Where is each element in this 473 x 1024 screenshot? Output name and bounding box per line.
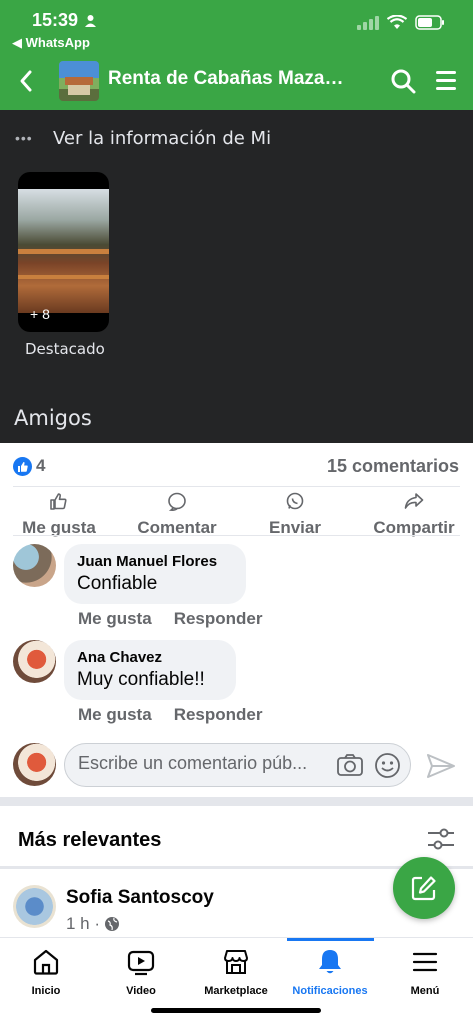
hamburger-icon [412,952,438,972]
avatar[interactable] [13,544,56,587]
comment-bubble: Juan Manuel Flores Confiable [64,544,246,604]
comment-reply-button[interactable]: Responder [174,705,263,725]
nav-label: Menú [410,985,440,997]
page-title[interactable]: Renta de Cabañas Maza… [108,68,358,90]
page-avatar[interactable] [59,61,99,101]
clock: 15:39 [32,10,79,30]
comment-reply-button[interactable]: Responder [174,609,263,629]
emoji-icon[interactable] [374,752,401,779]
whatsapp-icon [286,492,304,510]
wifi-icon [387,15,407,29]
compose-post-button[interactable] [393,857,455,919]
filter-icon[interactable] [427,828,455,850]
comment-bubble: Ana Chavez Muy confiable!! [64,640,236,700]
comment-icon [168,492,186,511]
search-icon[interactable] [390,68,416,94]
story-count: + 8 [30,306,50,322]
edit-icon [411,876,436,901]
shared-post-preview: ••• Ver la información de Mi + 8 Destaca… [0,110,473,443]
video-icon [127,950,155,976]
back-arrow-icon[interactable] [14,66,40,96]
top-bar: 15:39 ◀ WhatsApp Renta de Cabañas Maza… [0,0,473,110]
commenter-name[interactable]: Ana Chavez [77,649,223,666]
section-separator [0,797,473,806]
nav-notifications[interactable]: Notificaciones [285,948,375,997]
status-time: 15:39 [32,10,97,31]
post-time[interactable]: 1 h · [66,914,100,934]
nav-label: Notificaciones [292,985,368,997]
share-icon [404,493,424,509]
story-label: Destacado [25,340,105,358]
nav-label: Inicio [31,985,61,997]
back-to-whatsapp[interactable]: ◀ WhatsApp [12,35,90,51]
reaction-count[interactable]: 4 [36,456,45,476]
comment-input[interactable] [78,753,336,774]
avatar[interactable] [13,640,56,683]
current-user-avatar [13,743,56,786]
globe-icon [105,917,120,931]
avatar[interactable] [13,885,56,928]
friends-heading: Amigos [14,406,92,430]
comment-count[interactable]: 15 comentarios [327,456,459,477]
signal-icon [357,15,379,30]
thumbs-up-icon [50,493,67,510]
comment-like-button[interactable]: Me gusta [78,705,152,725]
nav-video[interactable]: Video [96,948,186,997]
like-reaction-icon[interactable] [13,457,32,476]
post-meta: 1 h · [66,914,120,934]
comment-actions: Me gusta Responder [78,705,262,725]
person-icon [85,15,97,27]
battery-icon [415,15,444,30]
commenter-name[interactable]: Juan Manuel Flores [77,553,233,570]
hamburger-icon[interactable] [435,68,457,92]
send-icon[interactable] [426,752,456,780]
home-icon [33,949,59,975]
status-icons [357,15,445,30]
nav-marketplace[interactable]: Marketplace [191,948,281,997]
nav-home[interactable]: Inicio [1,948,91,997]
comment-like-button[interactable]: Me gusta [78,609,152,629]
like-button[interactable]: Me gusta [17,492,101,538]
divider [13,486,460,487]
marketplace-icon [224,950,248,974]
active-tab-indicator [287,938,374,941]
nav-menu[interactable]: Menú [380,948,470,997]
nav-label: Marketplace [204,985,268,997]
bell-icon [319,950,341,974]
home-indicator [151,1008,321,1013]
comment-text: Confiable [77,573,158,594]
highlight-story[interactable]: + 8 [18,172,109,332]
divider [13,535,460,536]
post-author[interactable]: Sofia Santoscoy [66,887,214,909]
info-link[interactable]: Ver la información de Mi [53,128,271,149]
sort-label[interactable]: Más relevantes [18,829,161,852]
share-button[interactable]: Compartir [366,492,462,538]
nav-label: Video [126,985,156,997]
comment-composer[interactable] [64,743,411,787]
comment-button[interactable]: Comentar [131,492,223,538]
more-options-icon[interactable]: ••• [15,130,33,146]
send-whatsapp-button[interactable]: Enviar [265,492,325,538]
comment-actions: Me gusta Responder [78,609,262,629]
comment-text: Muy confiable!! [77,669,205,690]
camera-icon[interactable] [336,752,364,778]
story-photo [18,189,109,313]
